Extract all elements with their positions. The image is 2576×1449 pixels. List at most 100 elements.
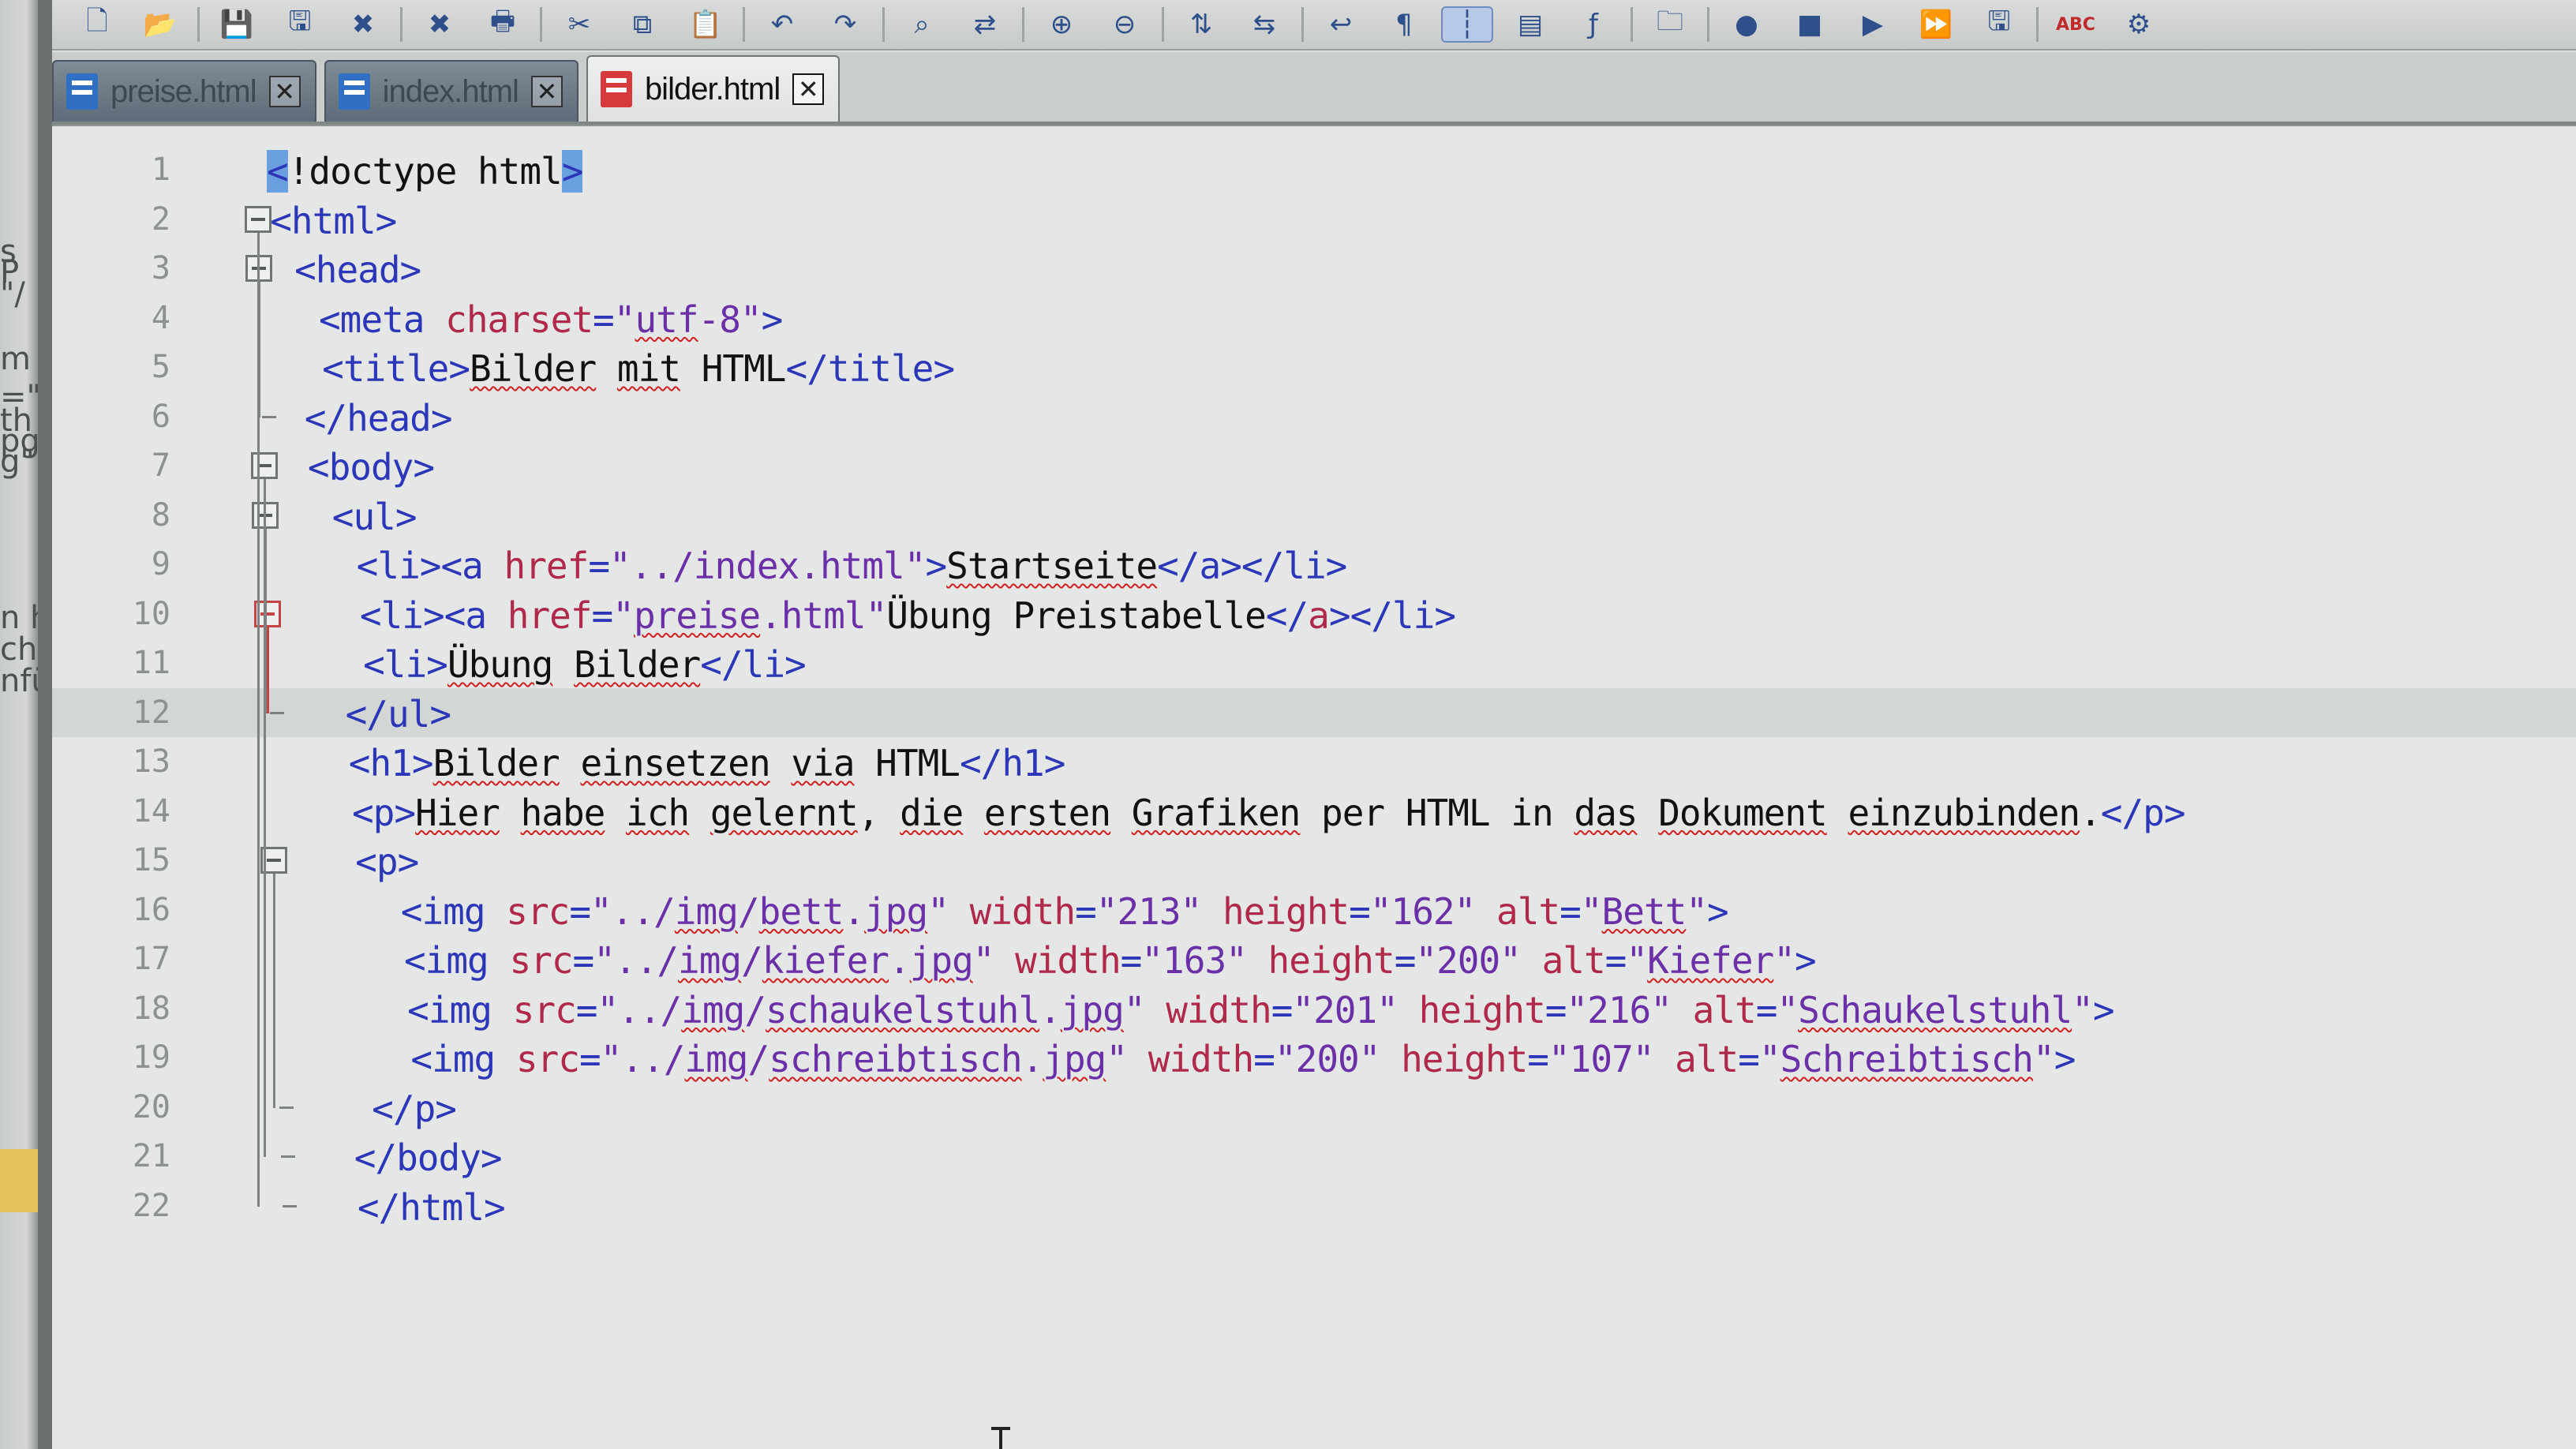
open-folder-button[interactable]: 📂 bbox=[134, 6, 186, 43]
code-token: <li> bbox=[300, 643, 448, 686]
code-token: > bbox=[561, 150, 583, 193]
record-macro-button[interactable]: ● bbox=[1720, 6, 1773, 43]
code-line[interactable]: 6 </head> bbox=[52, 392, 2576, 441]
spellcheck-button[interactable]: ABC bbox=[2050, 6, 2102, 43]
line-number: 3 bbox=[151, 250, 170, 286]
code-line[interactable]: 3 <head> bbox=[52, 244, 2576, 293]
code-line[interactable]: 7 <body> bbox=[52, 441, 2576, 490]
word-wrap-button[interactable]: ↩ bbox=[1315, 6, 1367, 43]
copy-icon: ⧉ bbox=[632, 9, 653, 40]
code-line[interactable]: 20 </p> bbox=[52, 1083, 2576, 1132]
folder-workspace-button[interactable]: 🗀 bbox=[1644, 6, 1696, 43]
code-line[interactable]: 5 <title>Bilder mit HTML</title> bbox=[52, 343, 2576, 391]
code-line[interactable]: 15 <p> bbox=[52, 836, 2576, 885]
code-line[interactable]: 14 <p>Hier habe ich gelernt, die ersten … bbox=[52, 787, 2576, 836]
stop-macro-button[interactable]: ■ bbox=[1784, 6, 1836, 43]
code-line[interactable]: 18 <img src="../img/schaukelstuhl.jpg" w… bbox=[52, 984, 2576, 1033]
code-token: "../ bbox=[590, 889, 676, 933]
tab-preise[interactable]: preise.html ✕ bbox=[52, 60, 316, 122]
play-macro-button[interactable]: ▶ bbox=[1847, 6, 1899, 43]
close-all-button[interactable]: ✖ bbox=[414, 6, 466, 43]
code-line[interactable]: 9 <li><a href="../index.html">Startseite… bbox=[52, 540, 2576, 589]
code-text: <img src="../img/schaukelstuhl.jpg" widt… bbox=[323, 989, 2114, 1032]
save-macro-button[interactable]: 🖫 bbox=[1973, 6, 2025, 43]
code-line[interactable]: 16 <img src="../img/bett.jpg" width="213… bbox=[52, 886, 2576, 934]
save-button[interactable]: 💾 bbox=[211, 6, 263, 43]
copy-button[interactable]: ⧉ bbox=[616, 6, 668, 43]
close-tab-icon[interactable]: ✕ bbox=[792, 73, 825, 105]
save-icon: 💾 bbox=[219, 9, 254, 40]
code-line[interactable]: 21 </body> bbox=[52, 1132, 2576, 1181]
cut-button[interactable]: ✂ bbox=[553, 6, 605, 43]
code-token: " bbox=[1106, 1038, 1148, 1080]
fold-collapse-icon[interactable] bbox=[250, 452, 278, 479]
redo-button[interactable]: ↷ bbox=[819, 6, 871, 43]
code-line[interactable]: 10 <li><a href="preise.html"Übung Preist… bbox=[52, 590, 2576, 638]
code-token: . bbox=[1021, 1038, 1044, 1080]
code-token: "162" bbox=[1369, 889, 1496, 933]
code-token: = bbox=[1527, 1038, 1549, 1080]
code-line[interactable]: 2 <html> bbox=[52, 195, 2576, 244]
code-token: img bbox=[674, 889, 739, 933]
tab-bilder[interactable]: bilder.html ✕ bbox=[586, 55, 841, 122]
code-line[interactable]: 22 </html> bbox=[52, 1181, 2576, 1230]
code-token: "../ bbox=[593, 939, 679, 982]
show-all-chars-button[interactable]: ¶ bbox=[1378, 6, 1430, 43]
line-number: 18 bbox=[132, 990, 170, 1027]
code-editor[interactable]: 1 <!doctype html> 2 <html> 3 <head> 4 <meta c… bbox=[52, 125, 2576, 1449]
code-token: > bbox=[2092, 988, 2115, 1032]
find-icon: ⌕ bbox=[914, 9, 930, 40]
doc-map-button[interactable]: ▤ bbox=[1504, 6, 1556, 43]
line-number: 4 bbox=[151, 299, 170, 336]
print-button[interactable]: 🖶 bbox=[477, 6, 529, 43]
code-token: bett bbox=[758, 889, 844, 933]
code-token: </head> bbox=[283, 396, 453, 440]
close-tab-icon[interactable]: ✕ bbox=[268, 76, 301, 107]
folder-workspace-icon: 🗀 bbox=[1657, 5, 1683, 37]
code-line[interactable]: 1 <!doctype html> bbox=[52, 145, 2576, 194]
code-line[interactable]: 4 <meta charset="utf-8"> bbox=[52, 294, 2576, 343]
code-line[interactable]: 8 <ul> bbox=[52, 491, 2576, 540]
plugin-icon: ⚙ bbox=[2126, 9, 2151, 40]
paste-button[interactable]: 📋 bbox=[680, 6, 732, 43]
code-token: src bbox=[509, 939, 573, 982]
code-token: Kiefer bbox=[1647, 939, 1774, 982]
code-token: <html> bbox=[270, 199, 397, 242]
code-token: ich bbox=[626, 791, 690, 834]
code-token: width bbox=[969, 889, 1076, 933]
code-text: <meta charset="utf-8"> bbox=[277, 298, 783, 341]
code-token: Übung Preistabelle bbox=[886, 593, 1266, 637]
code-token: / bbox=[744, 988, 766, 1032]
code-line[interactable]: 13 <h1>Bilder einsetzen via HTML</h1> bbox=[52, 737, 2576, 786]
close-file-button[interactable]: ✖ bbox=[337, 6, 389, 43]
code-line[interactable]: 19 <img src="../img/schreibtisch.jpg" wi… bbox=[52, 1033, 2576, 1082]
undo-button[interactable]: ↶ bbox=[756, 6, 808, 43]
tab-index[interactable]: index.html ✕ bbox=[324, 60, 578, 122]
code-token: > bbox=[1794, 939, 1817, 982]
fold-collapse-icon[interactable] bbox=[244, 205, 271, 233]
replace-button[interactable]: ⇄ bbox=[959, 6, 1011, 43]
close-tab-icon[interactable]: ✕ bbox=[530, 76, 563, 107]
plugin-button[interactable]: ⚙ bbox=[2113, 6, 2165, 43]
code-line[interactable]: 11 <li>Übung Bilder</li> bbox=[52, 638, 2576, 687]
save-all-button[interactable]: 🖫 bbox=[274, 6, 326, 43]
code-token: <p> bbox=[313, 841, 419, 883]
find-button[interactable]: ⌕ bbox=[896, 6, 948, 43]
sync-vertical-button[interactable]: ⇅ bbox=[1175, 6, 1227, 43]
run-macro-multiple-button[interactable]: ⏩ bbox=[1910, 6, 1962, 43]
code-token: "200" bbox=[1415, 939, 1542, 982]
zoom-out-button[interactable]: ⊖ bbox=[1099, 6, 1151, 43]
code-token: Hier bbox=[415, 791, 500, 834]
indent-guide-button[interactable]: ┆ bbox=[1441, 6, 1493, 43]
code-line[interactable]: 17 <img src="../img/kiefer.jpg" width="1… bbox=[52, 934, 2576, 983]
code-line[interactable]: 12 </ul> bbox=[52, 687, 2576, 737]
fold-guide-line bbox=[273, 874, 276, 1108]
code-text: </p> bbox=[330, 1088, 457, 1130]
function-list-button[interactable]: ƒ bbox=[1567, 6, 1619, 43]
new-file-button[interactable]: 🗋 bbox=[71, 6, 123, 43]
zoom-in-button[interactable]: ⊕ bbox=[1035, 6, 1088, 43]
modified-document-icon bbox=[600, 71, 632, 107]
sync-horizontal-button[interactable]: ⇆ bbox=[1238, 6, 1290, 43]
code-token: img bbox=[678, 939, 742, 982]
